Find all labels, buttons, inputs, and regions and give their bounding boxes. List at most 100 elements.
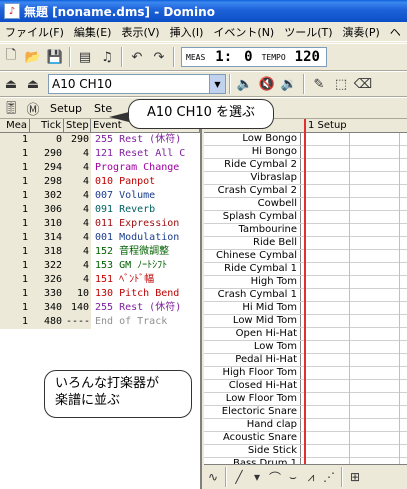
toolbar-separator	[173, 47, 175, 67]
event-tick: 306	[30, 203, 64, 217]
drum-key-grid[interactable]	[301, 315, 407, 327]
drum-key-grid[interactable]	[301, 159, 407, 171]
drum-key-name: High Floor Tom	[204, 367, 301, 379]
drum-key-grid[interactable]	[301, 133, 407, 145]
col-header-step[interactable]: Step	[64, 119, 91, 133]
drum-key-grid[interactable]	[301, 237, 407, 249]
tab-setup[interactable]: Setup	[44, 102, 88, 115]
drum-key-grid[interactable]	[301, 328, 407, 340]
event-list-body: 1 0 290 255 Rest (休符) 1 290 4 121 Reset All C12…	[0, 133, 200, 329]
drum-key-grid[interactable]	[301, 445, 407, 457]
drum-key-grid[interactable]	[301, 289, 407, 301]
event-row[interactable]: 1 306 4 091 Reverb	[0, 203, 200, 217]
save-icon[interactable]: 💾	[44, 46, 66, 68]
event-step: 4	[64, 259, 91, 273]
event-step: 4	[64, 217, 91, 231]
menu-edit[interactable]: 編集(E)	[69, 24, 117, 40]
select-icon[interactable]: ⬚	[330, 73, 352, 95]
drum-key-name: Splash Cymbal	[204, 211, 301, 223]
chevron-down-icon[interactable]: ▼	[209, 75, 225, 93]
playback-cursor[interactable]	[304, 119, 306, 464]
curve-down-icon[interactable]: ⌣	[284, 468, 302, 486]
curve-up-icon[interactable]: ⌒	[266, 468, 284, 486]
drum-key-grid[interactable]	[301, 419, 407, 431]
menu-insert[interactable]: 挿入(I)	[165, 24, 209, 40]
eject-alt-icon[interactable]: ⏏	[22, 73, 44, 95]
event-row[interactable]: 1 302 4 007 Volume	[0, 189, 200, 203]
speaker-mute-icon[interactable]: 🔇	[256, 73, 278, 95]
drum-key-grid[interactable]	[301, 406, 407, 418]
new-file-icon[interactable]: 🗋	[0, 46, 22, 68]
event-row[interactable]: 1 322 4 153 GM ﾉｰﾄｼﾌﾄ	[0, 259, 200, 273]
drum-key-grid[interactable]	[301, 146, 407, 158]
drum-key-grid[interactable]	[301, 341, 407, 353]
menu-play[interactable]: 演奏(P)	[338, 24, 385, 40]
col-header-mea[interactable]: Mea	[0, 119, 30, 133]
event-step: 140	[64, 301, 91, 315]
drum-key-grid[interactable]	[301, 250, 407, 262]
eraser-icon[interactable]: ⌫	[352, 73, 374, 95]
drum-key-grid[interactable]	[301, 354, 407, 366]
properties-icon[interactable]: ▤	[74, 46, 96, 68]
pencil-icon[interactable]: ✎	[308, 73, 330, 95]
event-tick: 480	[30, 315, 64, 329]
event-row[interactable]: 1 290 4 121 Reset All C	[0, 147, 200, 161]
speaker-solo-icon[interactable]: 🔉	[278, 73, 300, 95]
event-step: 10	[64, 287, 91, 301]
grid-snap-icon[interactable]: ⊞	[346, 468, 364, 486]
event-row[interactable]: 1 294 4 Program Change	[0, 161, 200, 175]
drum-key-grid[interactable]	[301, 367, 407, 379]
menu-tools[interactable]: ツール(T)	[279, 24, 337, 40]
dropdown-icon[interactable]: ▾	[248, 468, 266, 486]
undo-icon[interactable]: ↶	[126, 46, 148, 68]
menu-file[interactable]: ファイル(F)	[0, 24, 69, 40]
drum-key-grid[interactable]	[301, 393, 407, 405]
track-list-icon[interactable]: 🎚	[0, 98, 22, 118]
drum-key-grid[interactable]	[301, 211, 407, 223]
drum-key-grid[interactable]	[301, 276, 407, 288]
drum-key-name: Crash Cymbal 1	[204, 289, 301, 301]
drum-key-name: Low Floor Tom	[204, 393, 301, 405]
drum-key-grid[interactable]	[301, 263, 407, 275]
drum-key-grid[interactable]	[301, 172, 407, 184]
event-row[interactable]: 1 480 ---- End of Track	[0, 315, 200, 329]
random-tool-icon[interactable]: ⋰	[320, 468, 338, 486]
event-row[interactable]: 1 318 4 152 音程微調整	[0, 245, 200, 259]
event-name: 007 Volume	[95, 190, 156, 201]
menu-event[interactable]: イベント(N)	[208, 24, 279, 40]
event-row[interactable]: 1 340 140 255 Rest (休符)	[0, 301, 200, 315]
port-channel-select[interactable]: A10 CH10 ▼	[48, 74, 226, 94]
event-list-panel: Mea Tick Step Event 1 0 290 255 Rest (休符) 1 2…	[0, 119, 202, 489]
redo-icon[interactable]: ↷	[148, 46, 170, 68]
event-measure: 1	[0, 161, 30, 175]
eject-icon[interactable]: ⏏	[0, 73, 22, 95]
col-header-tick[interactable]: Tick	[30, 119, 64, 133]
drum-key-grid[interactable]	[301, 380, 407, 392]
speaker-icon[interactable]: 🔈	[234, 73, 256, 95]
event-measure: 1	[0, 175, 30, 189]
menu-help[interactable]: ヘ	[385, 24, 406, 40]
drum-key-grid[interactable]	[301, 302, 407, 314]
toolbar-separator	[341, 467, 343, 487]
wave-tool-icon[interactable]: ⩘	[302, 468, 320, 486]
event-row[interactable]: 1 298 4 010 Panpot	[0, 175, 200, 189]
drum-key-grid[interactable]	[301, 198, 407, 210]
drum-key-name: Low Bongo	[204, 133, 301, 145]
marker-icon[interactable]: Ⓜ	[22, 98, 44, 118]
event-row[interactable]: 1 0 290 255 Rest (休符)	[0, 133, 200, 147]
menu-view[interactable]: 表示(V)	[116, 24, 164, 40]
event-name: 255 Rest (休符)	[95, 302, 182, 313]
score-icon[interactable]: ♫	[96, 46, 118, 68]
event-row[interactable]: 1 310 4 011 Expression	[0, 217, 200, 231]
open-folder-icon[interactable]: 📂	[22, 46, 44, 68]
drum-key-grid[interactable]	[301, 432, 407, 444]
event-row[interactable]: 1 314 4 001 Modulation	[0, 231, 200, 245]
drum-key-grid[interactable]	[301, 185, 407, 197]
drum-key-grid[interactable]	[301, 224, 407, 236]
curve-tool-icon[interactable]: ∿	[204, 468, 222, 486]
line-tool-icon[interactable]: ╱	[230, 468, 248, 486]
grid-line	[399, 133, 400, 464]
event-row[interactable]: 1 326 4 151 ﾍﾞﾝﾄﾞ幅	[0, 273, 200, 287]
event-tick: 322	[30, 259, 64, 273]
event-row[interactable]: 1 330 10 130 Pitch Bend	[0, 287, 200, 301]
